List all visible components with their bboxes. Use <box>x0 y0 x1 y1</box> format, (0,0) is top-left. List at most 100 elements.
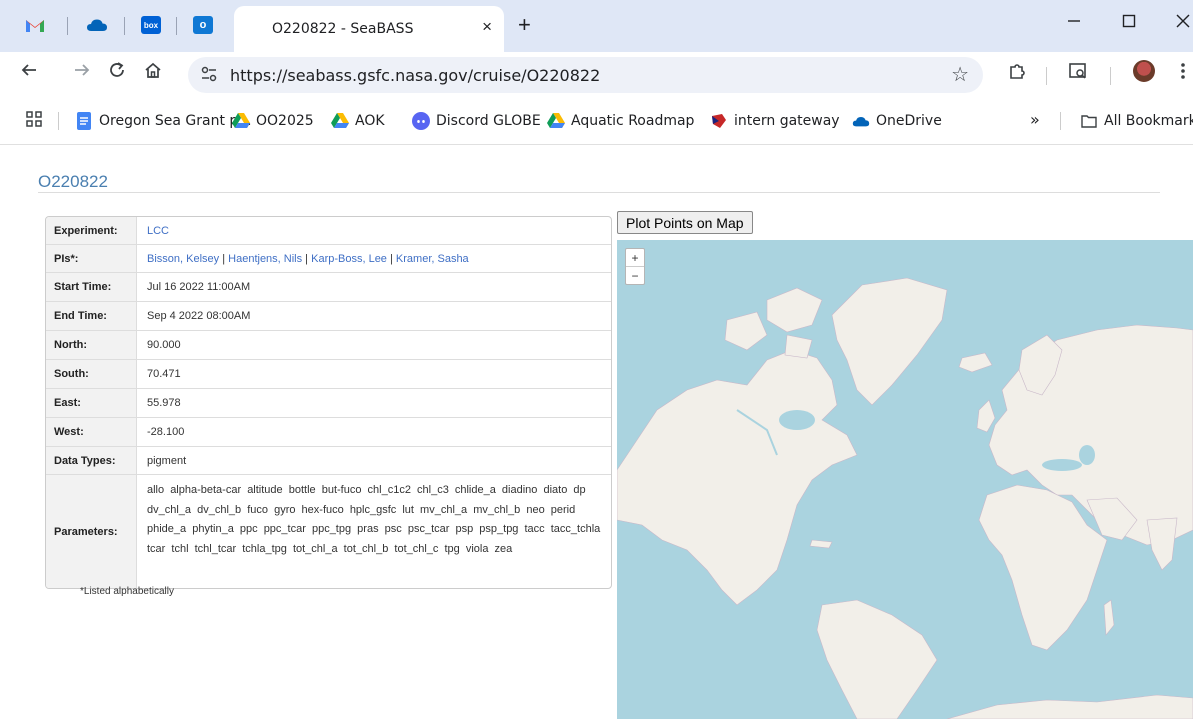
discord-icon <box>412 112 430 130</box>
page-content: O220822 Experiment: LCC PIs*: Bisson, Kelse… <box>0 145 1193 719</box>
bookmark-label: Oregon Sea Grant p... <box>99 113 252 129</box>
apps-icon[interactable] <box>25 110 43 128</box>
page-title: O220822 <box>38 172 108 191</box>
pi-link[interactable]: Karp-Boss, Lee <box>311 253 387 265</box>
parameter-item: phide_a <box>147 523 187 535</box>
parameter-item: pras <box>357 523 379 535</box>
avatar[interactable] <box>1133 60 1155 82</box>
field-label: South: <box>46 360 137 388</box>
parameter-item: neo <box>526 503 545 516</box>
bookmark-onedrive[interactable]: OneDrive <box>852 112 942 130</box>
menu-icon[interactable] <box>1180 61 1186 86</box>
site-info-icon[interactable] <box>200 65 218 87</box>
parameter-item: fuco <box>247 503 269 516</box>
extensions-icon[interactable] <box>1007 61 1027 86</box>
title-divider <box>38 192 1160 193</box>
outlook-icon[interactable]: o <box>190 12 216 38</box>
gmail-icon[interactable] <box>22 12 48 38</box>
address-bar[interactable]: https://seabass.gsfc.nasa.gov/cruise/O22… <box>188 57 983 93</box>
parameter-item: dp <box>573 484 586 496</box>
docs-icon <box>75 112 93 130</box>
parameter-item: diadino <box>501 484 538 496</box>
onedrive-icon <box>852 112 870 130</box>
pi-link[interactable]: Kramer, Sasha <box>396 253 469 265</box>
drive-icon <box>547 112 565 130</box>
pi-link[interactable]: Haentjens, Nils <box>228 253 302 265</box>
bookmark-aok[interactable]: AOK <box>331 112 385 130</box>
parameter-item: chl_c3 <box>417 484 449 496</box>
minimize-icon[interactable] <box>1067 12 1081 33</box>
parameter-item: ppc <box>239 523 258 535</box>
zoom-out-button[interactable]: − <box>626 267 644 284</box>
parameter-item: hplc_gsfc <box>349 503 397 516</box>
browser-toolbar: https://seabass.gsfc.nasa.gov/cruise/O22… <box>0 52 1193 98</box>
bookmark-label: Discord GLOBE <box>436 113 541 129</box>
field-value: Jul 16 2022 11:00AM <box>147 281 251 293</box>
parameter-item: hex-fuco <box>301 503 344 516</box>
new-tab-button[interactable]: + <box>518 12 531 38</box>
bookmark-label: OneDrive <box>876 113 942 129</box>
row-west: West: -28.100 <box>46 418 611 447</box>
bookmark-label: AOK <box>355 113 385 129</box>
row-parameters: Parameters: allo alpha-beta-car altitude … <box>46 475 611 588</box>
box-icon[interactable]: box <box>138 12 164 38</box>
url-text[interactable]: https://seabass.gsfc.nasa.gov/cruise/O22… <box>230 66 600 85</box>
all-bookmarks-button[interactable]: All Bookmarks <box>1080 112 1193 130</box>
box-label: box <box>141 16 161 34</box>
world-map[interactable]: + − <box>617 240 1193 719</box>
tab-title: O220822 - SeaBASS <box>272 21 414 37</box>
field-label: West: <box>46 418 137 446</box>
forward-icon[interactable] <box>73 61 91 85</box>
home-icon[interactable] <box>144 61 162 85</box>
onedrive-icon[interactable] <box>84 12 110 38</box>
parameter-item: tacc_tchla <box>550 523 601 535</box>
field-value: 90.000 <box>147 339 181 351</box>
zoom-in-button[interactable]: + <box>626 249 644 267</box>
bookmark-label: intern gateway <box>734 113 840 129</box>
map-tiles <box>617 277 1193 719</box>
bookmark-oregon-sea-grant-p[interactable]: Oregon Sea Grant p... <box>75 112 252 130</box>
bookmark-star-icon[interactable]: ☆ <box>951 62 969 87</box>
map-zoom-control: + − <box>625 248 645 285</box>
plot-points-button[interactable]: Plot Points on Map <box>617 211 753 234</box>
field-label: Experiment: <box>46 217 137 244</box>
parameter-item: diato <box>543 484 568 496</box>
parameter-item: dv_chl_b <box>197 503 242 516</box>
parameter-item: tcar <box>147 542 166 555</box>
pi-list: Bisson, Kelsey | Haentjens, Nils | Karp-… <box>147 252 469 265</box>
close-icon[interactable]: × <box>482 17 492 37</box>
back-icon[interactable] <box>20 61 38 85</box>
parameter-item: psc <box>384 523 402 535</box>
experiment-link[interactable]: LCC <box>147 225 169 237</box>
parameter-item: psc_tcar <box>407 523 450 535</box>
window-close-icon[interactable] <box>1176 12 1190 33</box>
parameter-item: zea <box>494 542 513 555</box>
row-end-time: End Time: Sep 4 2022 08:00AM <box>46 302 611 331</box>
parameter-item: perid <box>550 503 576 516</box>
tab-search-icon[interactable] <box>1068 61 1088 86</box>
pi-link[interactable]: Bisson, Kelsey <box>147 253 219 265</box>
field-value: pigment <box>147 454 187 467</box>
row-pis: PIs*: Bisson, Kelsey | Haentjens, Nils | … <box>46 245 611 273</box>
bookmark-aquatic-roadmap[interactable]: Aquatic Roadmap <box>547 112 694 130</box>
more-bookmarks-button[interactable]: » <box>1030 110 1040 129</box>
tab-active[interactable]: O220822 - SeaBASS × <box>234 6 504 52</box>
parameter-item: altitude <box>247 484 283 496</box>
bookmark-intern-gateway[interactable]: intern gateway <box>710 112 840 130</box>
field-label: East: <box>46 389 137 417</box>
field-label: Start Time: <box>46 273 137 301</box>
bookmark-oo2025[interactable]: OO2025 <box>232 112 314 130</box>
parameter-item: tacc <box>524 523 545 535</box>
bookmark-discord-globe[interactable]: Discord GLOBE <box>412 112 541 130</box>
parameter-item: gyro <box>274 503 296 516</box>
field-value: 55.978 <box>147 397 181 409</box>
field-label: North: <box>46 331 137 359</box>
parameter-item: ppc_tpg <box>311 523 352 535</box>
parameter-list: allo alpha-beta-car altitude bottle but-… <box>137 475 611 588</box>
maximize-icon[interactable] <box>1122 12 1136 33</box>
reload-icon[interactable] <box>108 61 126 85</box>
parameter-item: dv_chl_a <box>147 503 192 516</box>
drive-icon <box>331 112 349 130</box>
parameter-item: chlide_a <box>454 484 496 496</box>
bookmarks-bar: Oregon Sea Grant p... OO2025 AOK Discord GL… <box>0 98 1193 145</box>
